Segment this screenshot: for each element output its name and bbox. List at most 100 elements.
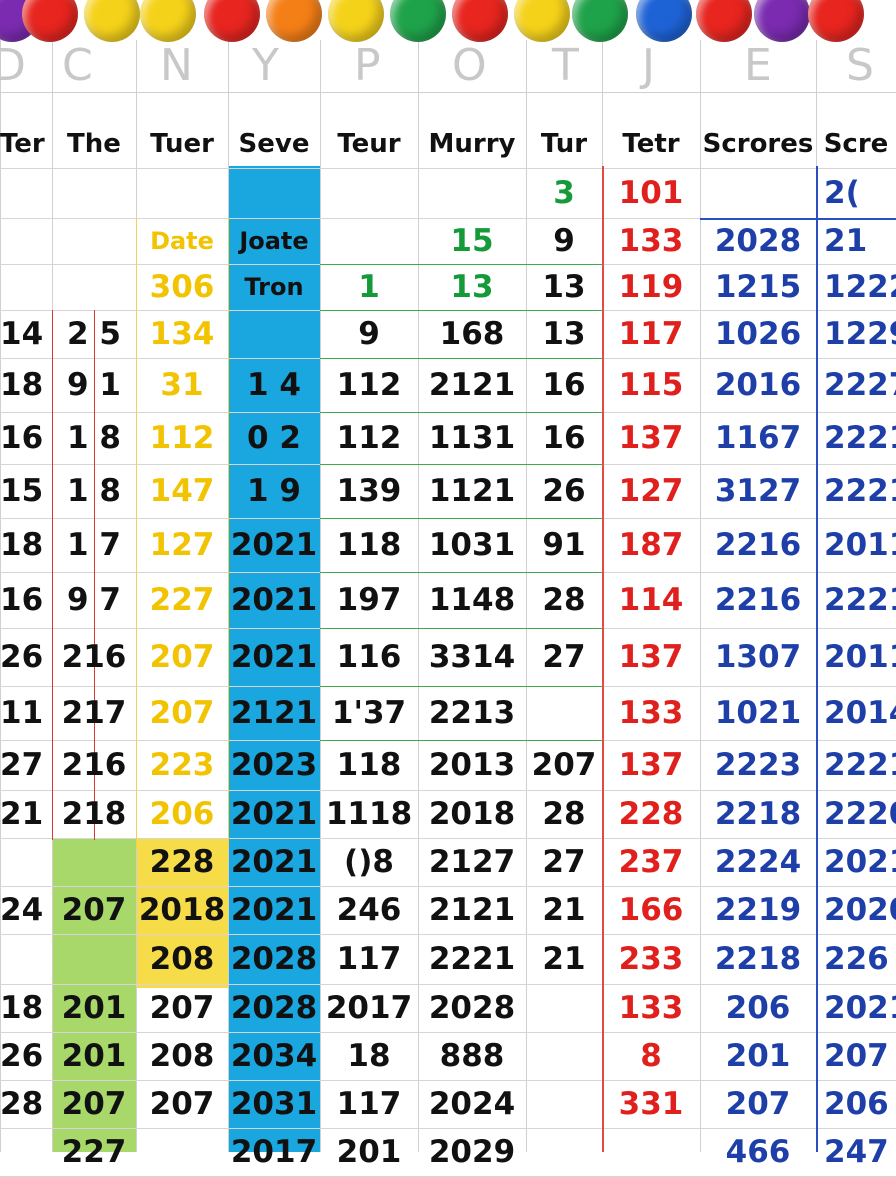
column-header: The: [67, 129, 121, 159]
score-cell: 2224: [714, 844, 802, 880]
score-cell: [52, 838, 136, 886]
score-cell: 201: [336, 1134, 402, 1170]
score-cell: 1167: [714, 420, 802, 456]
score-cell: 26: [0, 639, 44, 675]
score-cell: 206: [149, 796, 215, 832]
score-cell: [52, 264, 136, 310]
score-cell: 466: [725, 1134, 791, 1170]
score-cell: 1 8: [67, 473, 121, 509]
score-cell: 31: [160, 367, 204, 403]
score-cell: 11: [0, 695, 44, 731]
faded-letter: S: [846, 40, 874, 91]
score-cell: 1 8: [67, 420, 121, 456]
score-cell: 226: [824, 941, 889, 977]
column-header: Seve: [238, 129, 310, 159]
score-cell: 2028: [428, 990, 516, 1026]
score-cell: 2213: [428, 695, 516, 731]
column-header: Ter: [0, 129, 45, 159]
score-cell: 218: [61, 796, 127, 832]
score-cell: 1131: [428, 420, 516, 456]
score-cell: [0, 934, 52, 984]
score-cell: 208: [149, 1038, 215, 1074]
score-cell: 1'37: [331, 695, 407, 731]
score-cell: 91: [542, 527, 586, 563]
score-cell: 1307: [714, 639, 802, 675]
score-cell: 2017: [230, 1134, 318, 1170]
score-cell: 2 5: [67, 316, 121, 352]
score-cell: 119: [618, 269, 684, 305]
score-cell: 115: [618, 367, 684, 403]
score-chart-photo: DC N Y P O T J E S Ter The Tuer Seve Teur Murry Tur Tet…: [0, 0, 896, 1177]
bead: [754, 0, 810, 42]
faded-letter: O: [452, 40, 487, 91]
score-cell: 1118: [325, 796, 413, 832]
score-cell: 18: [0, 527, 44, 563]
score-cell: [0, 1128, 52, 1176]
bead: [328, 0, 384, 42]
score-cell: 2018: [138, 892, 226, 928]
score-cell: 247: [824, 1134, 889, 1170]
score-cell: 2221: [824, 420, 896, 456]
score-cell: 27: [542, 639, 586, 675]
bead: [636, 0, 692, 42]
score-cell: 2221: [824, 747, 896, 783]
score-cell: 16: [542, 367, 586, 403]
score-cell: 2121: [428, 367, 516, 403]
score-cell: 331: [618, 1086, 684, 1122]
bead: [22, 0, 78, 42]
score-cell: Date: [150, 227, 214, 255]
bead: [390, 0, 446, 42]
score-cell: 2021: [824, 844, 896, 880]
score-cell: Joate: [239, 227, 309, 255]
score-cell: 114: [618, 582, 684, 618]
score-cell: 3: [553, 175, 575, 211]
bead: [696, 0, 752, 42]
score-cell: 16: [0, 420, 44, 456]
score-cell: 26: [542, 473, 586, 509]
bead: [514, 0, 570, 42]
score-cell: 116: [336, 639, 402, 675]
bead: [452, 0, 508, 42]
score-cell: 117: [336, 941, 402, 977]
score-cell: 197: [336, 582, 402, 618]
score-cell: 2021: [824, 990, 896, 1026]
score-cell: 1148: [428, 582, 516, 618]
score-cell: 13: [450, 269, 494, 305]
score-cell: 133: [618, 695, 684, 731]
score-cell: 207: [61, 1086, 127, 1122]
score-cell: [526, 984, 602, 1032]
score-cell: 26: [0, 1038, 44, 1074]
score-cell: 2220: [824, 796, 896, 832]
score-cell: 2021: [230, 796, 318, 832]
score-cell: [526, 686, 602, 740]
score-cell: [418, 168, 526, 218]
score-cell: 2020: [824, 892, 896, 928]
score-cell: 2016: [714, 367, 802, 403]
score-cell: 133: [618, 990, 684, 1026]
score-cell: 18: [0, 990, 44, 1026]
score-cell: 2017: [325, 990, 413, 1026]
score-cell: 139: [336, 473, 402, 509]
score-cell: 227: [61, 1134, 127, 1170]
score-cell: 2021: [230, 844, 318, 880]
score-cell: 27: [542, 844, 586, 880]
score-cell: 237: [618, 844, 684, 880]
score-cell: 2031: [230, 1086, 318, 1122]
score-cell: 2216: [714, 582, 802, 618]
score-cell: 2021: [230, 582, 318, 618]
score-cell: 2221: [824, 582, 896, 618]
score-cell: 21: [824, 223, 868, 259]
score-cell: 2221: [428, 941, 516, 977]
score-cell: 28: [0, 1086, 44, 1122]
score-cell: 1021: [714, 695, 802, 731]
score-cell: [0, 838, 52, 886]
score-cell: 206: [824, 1086, 889, 1122]
score-cell: 2014: [824, 695, 896, 731]
score-cell: [0, 264, 52, 310]
faded-letter: J: [642, 40, 655, 91]
score-cell: [52, 168, 136, 218]
score-cell: [700, 168, 816, 218]
score-cell: 166: [618, 892, 684, 928]
score-cell: 201: [61, 990, 127, 1026]
score-cell: 207: [149, 695, 215, 731]
